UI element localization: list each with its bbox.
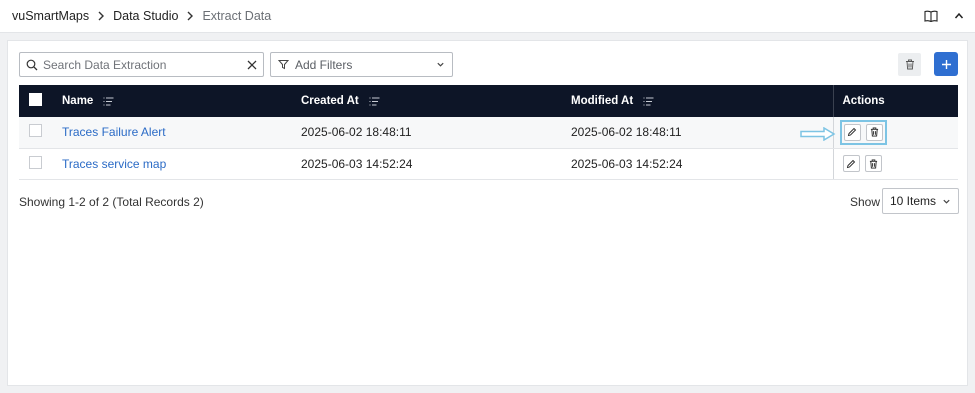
column-header-name: Name <box>62 95 94 107</box>
search-box[interactable] <box>19 52 264 77</box>
items-per-page-value: 10 Items <box>890 194 937 208</box>
add-button[interactable] <box>934 52 958 76</box>
column-header-created-at: Created At <box>301 95 359 107</box>
edit-button[interactable] <box>842 155 860 172</box>
sort-icon[interactable] <box>103 97 114 106</box>
delete-button[interactable] <box>865 123 883 141</box>
row-modified-at: 2025-06-02 18:48:11 <box>571 125 682 140</box>
plus-icon <box>941 59 952 70</box>
clear-icon[interactable] <box>247 60 257 70</box>
row-name-link[interactable]: Traces Failure Alert <box>62 125 166 139</box>
add-filters-label: Add Filters <box>295 57 353 72</box>
search-input[interactable] <box>43 57 247 72</box>
chevron-right-icon <box>94 9 108 23</box>
row-actions <box>842 155 959 172</box>
column-header-actions: Actions <box>842 95 885 107</box>
extract-data-panel: Add Filters Name <box>7 40 968 386</box>
table-header-row: Name Created At Modified At Actions <box>19 85 958 117</box>
row-modified-at: 2025-06-03 14:52:24 <box>571 156 683 171</box>
row-name-link[interactable]: Traces service map <box>62 157 166 171</box>
row-created-at: 2025-06-02 18:48:11 <box>301 125 412 140</box>
items-per-page-select[interactable]: 10 Items <box>882 188 959 214</box>
trash-icon <box>905 59 915 70</box>
delete-button[interactable] <box>864 155 882 172</box>
chevron-down-icon <box>436 60 445 69</box>
row-checkbox[interactable] <box>29 155 42 169</box>
filter-icon <box>278 59 289 70</box>
arrow-right-icon <box>800 126 836 142</box>
breadcrumb-item-vusmartmaps[interactable]: vuSmartMaps <box>12 9 89 23</box>
chevron-up-icon[interactable] <box>951 8 967 24</box>
table-row: Traces service map 2025-06-03 14:52:24 2… <box>19 148 959 180</box>
row-actions-highlighted <box>839 119 887 145</box>
add-filters-dropdown[interactable]: Add Filters <box>270 52 453 77</box>
breadcrumb-bar: vuSmartMaps Data Studio Extract Data <box>0 0 975 33</box>
row-checkbox[interactable] <box>29 124 42 138</box>
breadcrumb-item-extract-data: Extract Data <box>202 9 272 23</box>
edit-button[interactable] <box>843 123 861 141</box>
book-icon[interactable] <box>923 8 939 24</box>
pagination-summary: Showing 1-2 of 2 (Total Records 2) <box>19 195 204 209</box>
search-icon <box>26 59 38 71</box>
show-label: Show <box>850 195 881 209</box>
chevron-right-icon <box>183 9 197 23</box>
column-header-modified-at: Modified At <box>571 95 634 107</box>
breadcrumb-item-data-studio[interactable]: Data Studio <box>113 9 178 23</box>
sort-icon[interactable] <box>643 97 654 106</box>
select-all-checkbox[interactable] <box>29 93 42 106</box>
chevron-down-icon <box>942 197 951 206</box>
sort-icon[interactable] <box>369 97 380 106</box>
bulk-delete-button[interactable] <box>898 53 921 76</box>
row-created-at: 2025-06-03 14:52:24 <box>301 156 413 171</box>
